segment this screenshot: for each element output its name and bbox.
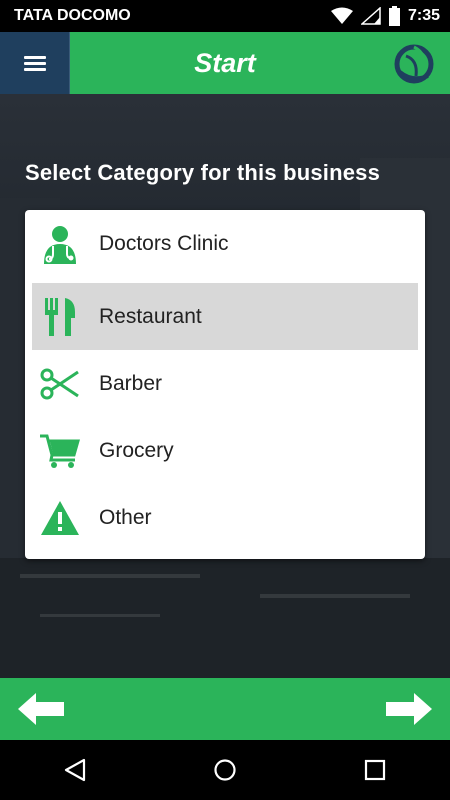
page-title: Start xyxy=(194,47,256,78)
brand-logo-icon xyxy=(394,44,434,84)
screen-heading: Select Category for this business xyxy=(25,160,381,185)
wifi-icon xyxy=(330,7,353,24)
category-list: Doctors Clinic Restaurant Barber Grocery… xyxy=(25,210,425,559)
category-label: Other xyxy=(99,505,152,529)
battery-icon xyxy=(388,6,400,26)
scissors-icon xyxy=(40,368,79,399)
category-label: Grocery xyxy=(99,438,174,462)
square-recents-icon xyxy=(364,759,386,781)
category-label: Restaurant xyxy=(99,304,202,328)
cart-icon xyxy=(40,434,80,468)
next-arrow-icon[interactable] xyxy=(386,693,432,725)
system-back-button[interactable] xyxy=(55,750,95,790)
fork-knife-icon xyxy=(45,297,75,336)
category-restaurant[interactable]: Restaurant xyxy=(32,283,418,350)
system-nav-bar xyxy=(0,740,450,800)
status-bar: TATA DOCOMO 7:35 xyxy=(0,0,450,32)
category-doctors-clinic[interactable]: Doctors Clinic xyxy=(32,210,418,277)
status-icons: 7:35 xyxy=(330,6,440,26)
signal-icon xyxy=(360,7,381,25)
hamburger-icon xyxy=(23,53,46,74)
circle-home-icon xyxy=(214,759,236,781)
doctor-icon xyxy=(44,225,76,264)
category-barber[interactable]: Barber xyxy=(32,350,418,417)
warning-icon xyxy=(41,500,79,535)
menu-button[interactable] xyxy=(0,32,70,94)
wizard-nav-bar xyxy=(0,678,450,740)
category-other[interactable]: Other xyxy=(32,484,418,551)
category-label: Barber xyxy=(99,371,163,395)
triangle-back-icon xyxy=(64,758,86,782)
category-label: Doctors Clinic xyxy=(99,231,229,255)
back-arrow-icon[interactable] xyxy=(18,693,64,725)
system-home-button[interactable] xyxy=(205,750,245,790)
app-bar: Start xyxy=(0,32,450,94)
carrier-name: TATA DOCOMO xyxy=(14,7,131,24)
system-recents-button[interactable] xyxy=(355,750,395,790)
status-time: 7:35 xyxy=(407,7,440,24)
category-grocery[interactable]: Grocery xyxy=(32,417,418,484)
